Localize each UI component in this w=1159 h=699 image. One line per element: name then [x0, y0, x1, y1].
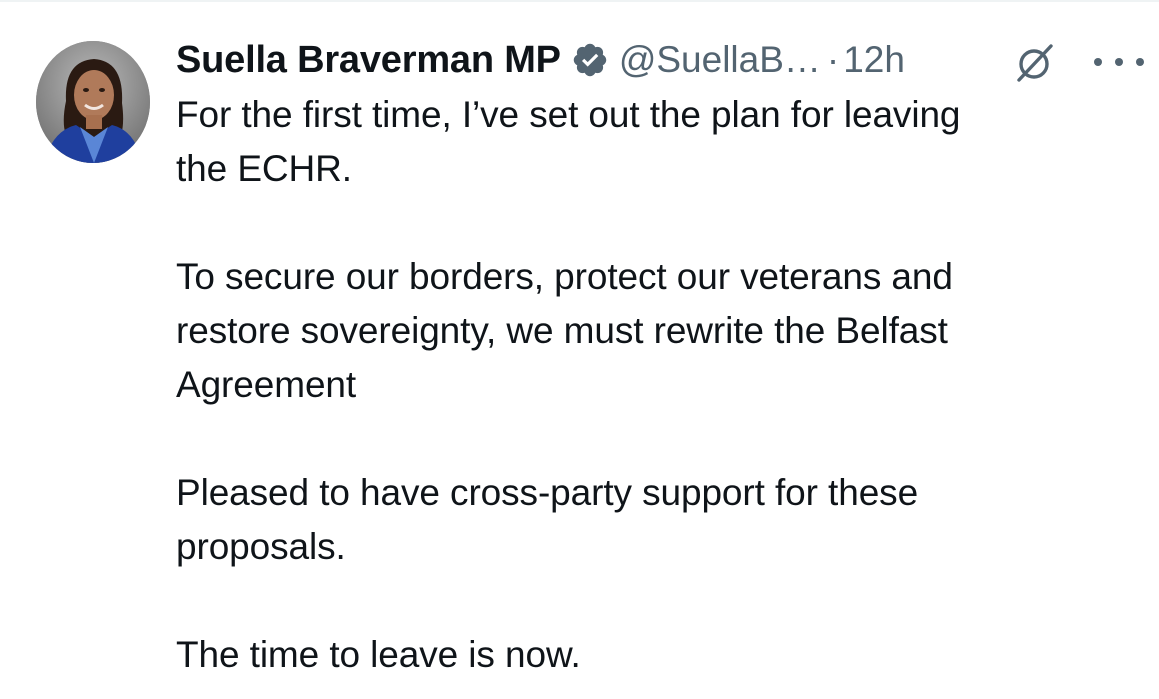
text-line: For the first time, I’ve set out the pla…	[176, 94, 961, 135]
grok-icon[interactable]	[1014, 42, 1056, 84]
text-line: the ECHR.	[176, 148, 352, 189]
avatar[interactable]	[36, 41, 150, 163]
timestamp[interactable]: 12h	[843, 39, 905, 81]
tweet-card[interactable]: Suella Braverman MP @SuellaB… · 12h For …	[0, 0, 1159, 699]
avatar-image	[36, 41, 150, 163]
author-name[interactable]: Suella Braverman MP	[176, 39, 561, 82]
text-line: Agreement	[176, 364, 357, 405]
separator-dot: ·	[826, 39, 840, 80]
text-line: proposals.	[176, 526, 346, 567]
verified-badge-icon[interactable]	[571, 41, 609, 79]
more-dot	[1094, 58, 1102, 66]
tweet-paragraph: For the first time, I’ve set out the pla…	[176, 88, 1136, 196]
tweet-header: Suella Braverman MP @SuellaB… · 12h	[176, 34, 905, 86]
more-options-icon[interactable]	[1094, 42, 1144, 82]
text-line: To secure our borders, protect our veter…	[176, 256, 953, 297]
tweet-paragraph: The time to leave is now.	[176, 628, 1136, 682]
more-dot	[1136, 58, 1144, 66]
author-handle[interactable]: @SuellaB…	[619, 39, 821, 81]
tweet-paragraph: To secure our borders, protect our veter…	[176, 250, 1136, 412]
tweet-text: For the first time, I’ve set out the pla…	[176, 88, 1136, 682]
text-line: restore sovereignty, we must rewrite the…	[176, 310, 948, 351]
text-line: The time to leave is now.	[176, 634, 581, 675]
tweet-paragraph: Pleased to have cross-party support for …	[176, 466, 1136, 574]
more-dot	[1115, 58, 1123, 66]
text-line: Pleased to have cross-party support for …	[176, 472, 919, 513]
